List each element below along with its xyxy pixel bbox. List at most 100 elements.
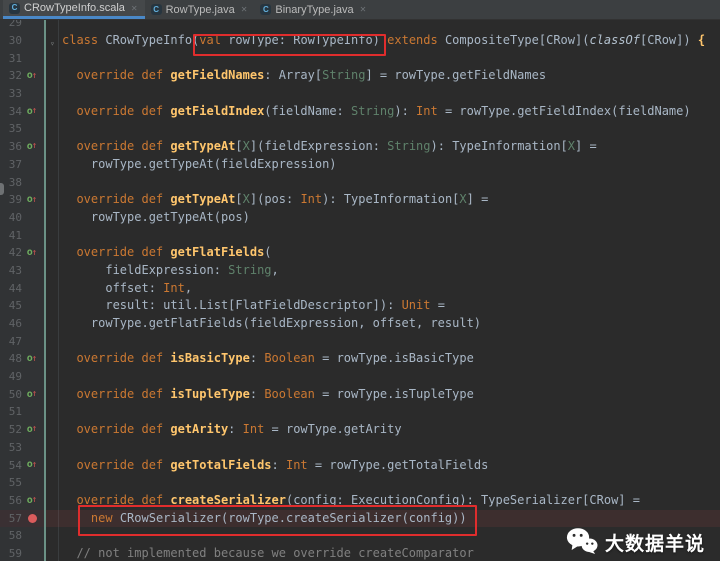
override-marker-icon[interactable]: o ↑: [22, 141, 42, 152]
code-text[interactable]: override def getFlatFields(: [46, 244, 720, 262]
line-number[interactable]: 49: [0, 368, 22, 386]
gutter[interactable]: 39 o ↑: [0, 191, 44, 209]
line-number[interactable]: 50: [0, 386, 22, 404]
gutter[interactable]: 57: [0, 509, 44, 528]
override-marker-icon[interactable]: o ↑: [22, 106, 42, 117]
gutter[interactable]: 45: [0, 297, 44, 315]
gutter[interactable]: 29: [0, 20, 44, 32]
line-number[interactable]: 55: [0, 474, 22, 492]
override-marker-icon[interactable]: o ↑: [22, 71, 42, 81]
code-text[interactable]: [46, 474, 720, 492]
code-text[interactable]: rowType.getTypeAt(fieldExpression): [46, 156, 720, 174]
line-number[interactable]: 51: [0, 403, 22, 421]
gutter[interactable]: 44: [0, 279, 44, 298]
code-text[interactable]: override def getTotalFields: Int = rowTy…: [46, 457, 720, 475]
code-text[interactable]: override def isTupleType: Boolean = rowT…: [46, 386, 720, 404]
gutter[interactable]: 43: [0, 261, 44, 280]
gutter[interactable]: 38: [0, 173, 44, 192]
gutter[interactable]: 54 o ↑: [0, 456, 44, 475]
code-text[interactable]: [46, 403, 720, 421]
override-marker-icon[interactable]: o ↑: [22, 460, 42, 470]
code-text[interactable]: override def getTypeAt[X](fieldExpressio…: [46, 138, 720, 156]
gutter[interactable]: 49: [0, 368, 44, 386]
code-text[interactable]: override def getArity: Int = rowType.get…: [46, 421, 720, 439]
line-number[interactable]: 33: [0, 85, 22, 103]
code-text[interactable]: [46, 439, 720, 457]
gutter[interactable]: 40: [0, 208, 44, 227]
gutter[interactable]: 55: [0, 474, 44, 492]
code-text[interactable]: offset: Int,: [46, 280, 720, 298]
tab-crowtypeinfo-scala[interactable]: C CRowTypeInfo.scala ✕: [3, 0, 145, 19]
line-number[interactable]: 31: [0, 50, 22, 68]
line-number[interactable]: 36: [0, 138, 22, 156]
line-number[interactable]: 43: [0, 262, 22, 280]
override-marker-icon[interactable]: o ↑: [22, 354, 42, 364]
gutter[interactable]: 56 o ↑: [0, 491, 44, 510]
close-icon[interactable]: ✕: [241, 5, 248, 14]
gutter[interactable]: 31: [0, 49, 44, 68]
gutter[interactable]: 30: [0, 32, 44, 50]
code-text[interactable]: [46, 20, 720, 32]
gutter[interactable]: 46: [0, 315, 44, 333]
gutter[interactable]: 42 o ↑: [0, 244, 44, 262]
gutter[interactable]: 47: [0, 332, 44, 351]
code-text[interactable]: [46, 50, 720, 68]
line-number[interactable]: 40: [0, 209, 22, 227]
gutter[interactable]: 53: [0, 438, 44, 457]
line-number[interactable]: 29: [0, 20, 22, 32]
line-number[interactable]: 56: [0, 492, 22, 510]
line-number[interactable]: 57: [0, 510, 22, 528]
code-text[interactable]: [46, 368, 720, 386]
line-number[interactable]: 54: [0, 457, 22, 475]
code-text[interactable]: override def createSerializer(config: Ex…: [46, 492, 720, 510]
breakpoint-icon[interactable]: [22, 513, 42, 523]
line-number[interactable]: 52: [0, 421, 22, 439]
line-number[interactable]: 47: [0, 333, 22, 351]
code-text[interactable]: [46, 333, 720, 351]
line-number[interactable]: 35: [0, 120, 22, 138]
line-number[interactable]: 44: [0, 280, 22, 298]
override-marker-icon[interactable]: o ↑: [22, 389, 42, 400]
gutter[interactable]: 50 o ↑: [0, 385, 44, 404]
override-marker-icon[interactable]: o ↑: [22, 424, 42, 435]
tab-rowtype-java[interactable]: C RowType.java ✕: [145, 0, 255, 19]
line-number[interactable]: 41: [0, 227, 22, 245]
line-number[interactable]: 42: [0, 244, 22, 262]
gutter[interactable]: 52 o ↑: [0, 421, 44, 439]
line-number[interactable]: 32: [0, 67, 22, 85]
close-icon[interactable]: ✕: [360, 5, 367, 14]
code-text[interactable]: new CRowSerializer(rowType.createSeriali…: [46, 504, 720, 536]
code-text[interactable]: override def getFieldIndex(fieldName: St…: [46, 103, 720, 121]
gutter[interactable]: 58: [0, 527, 44, 545]
close-icon[interactable]: ✕: [131, 4, 138, 13]
override-marker-icon[interactable]: o ↑: [22, 248, 42, 258]
override-marker-icon[interactable]: o ↑: [22, 495, 42, 506]
code-text[interactable]: override def isBasicType: Boolean = rowT…: [46, 350, 720, 368]
code-text[interactable]: override def getTypeAt[X](pos: Int): Typ…: [46, 191, 720, 209]
code-text[interactable]: fieldExpression: String,: [46, 262, 720, 280]
code-text[interactable]: override def getFieldNames: Array[String…: [46, 67, 720, 85]
line-number[interactable]: 48: [0, 350, 22, 368]
line-number[interactable]: 58: [0, 527, 22, 545]
gutter[interactable]: 41: [0, 226, 44, 245]
code-text[interactable]: [46, 174, 720, 192]
code-text[interactable]: [46, 85, 720, 103]
gutter[interactable]: 33: [0, 85, 44, 103]
gutter[interactable]: 35: [0, 120, 44, 139]
line-number[interactable]: 34: [0, 103, 22, 121]
override-marker-icon[interactable]: o ↑: [22, 195, 42, 205]
line-number[interactable]: 59: [0, 545, 22, 561]
gutter[interactable]: 34 o ↑: [0, 102, 44, 121]
line-number[interactable]: 53: [0, 439, 22, 457]
line-number[interactable]: 46: [0, 315, 22, 333]
line-number[interactable]: 45: [0, 297, 22, 315]
line-number[interactable]: 30: [0, 32, 22, 50]
tab-binarytype-java[interactable]: C BinaryType.java ✕: [254, 0, 373, 19]
line-number[interactable]: 37: [0, 156, 22, 174]
gutter[interactable]: 32 o ↑: [0, 67, 44, 86]
gutter[interactable]: 51: [0, 403, 44, 422]
code-text[interactable]: rowType.getFlatFields(fieldExpression, o…: [46, 315, 720, 333]
gutter[interactable]: 36 o ↑: [0, 138, 44, 156]
gutter[interactable]: 48 o ↑: [0, 350, 44, 369]
code-text[interactable]: [46, 120, 720, 138]
